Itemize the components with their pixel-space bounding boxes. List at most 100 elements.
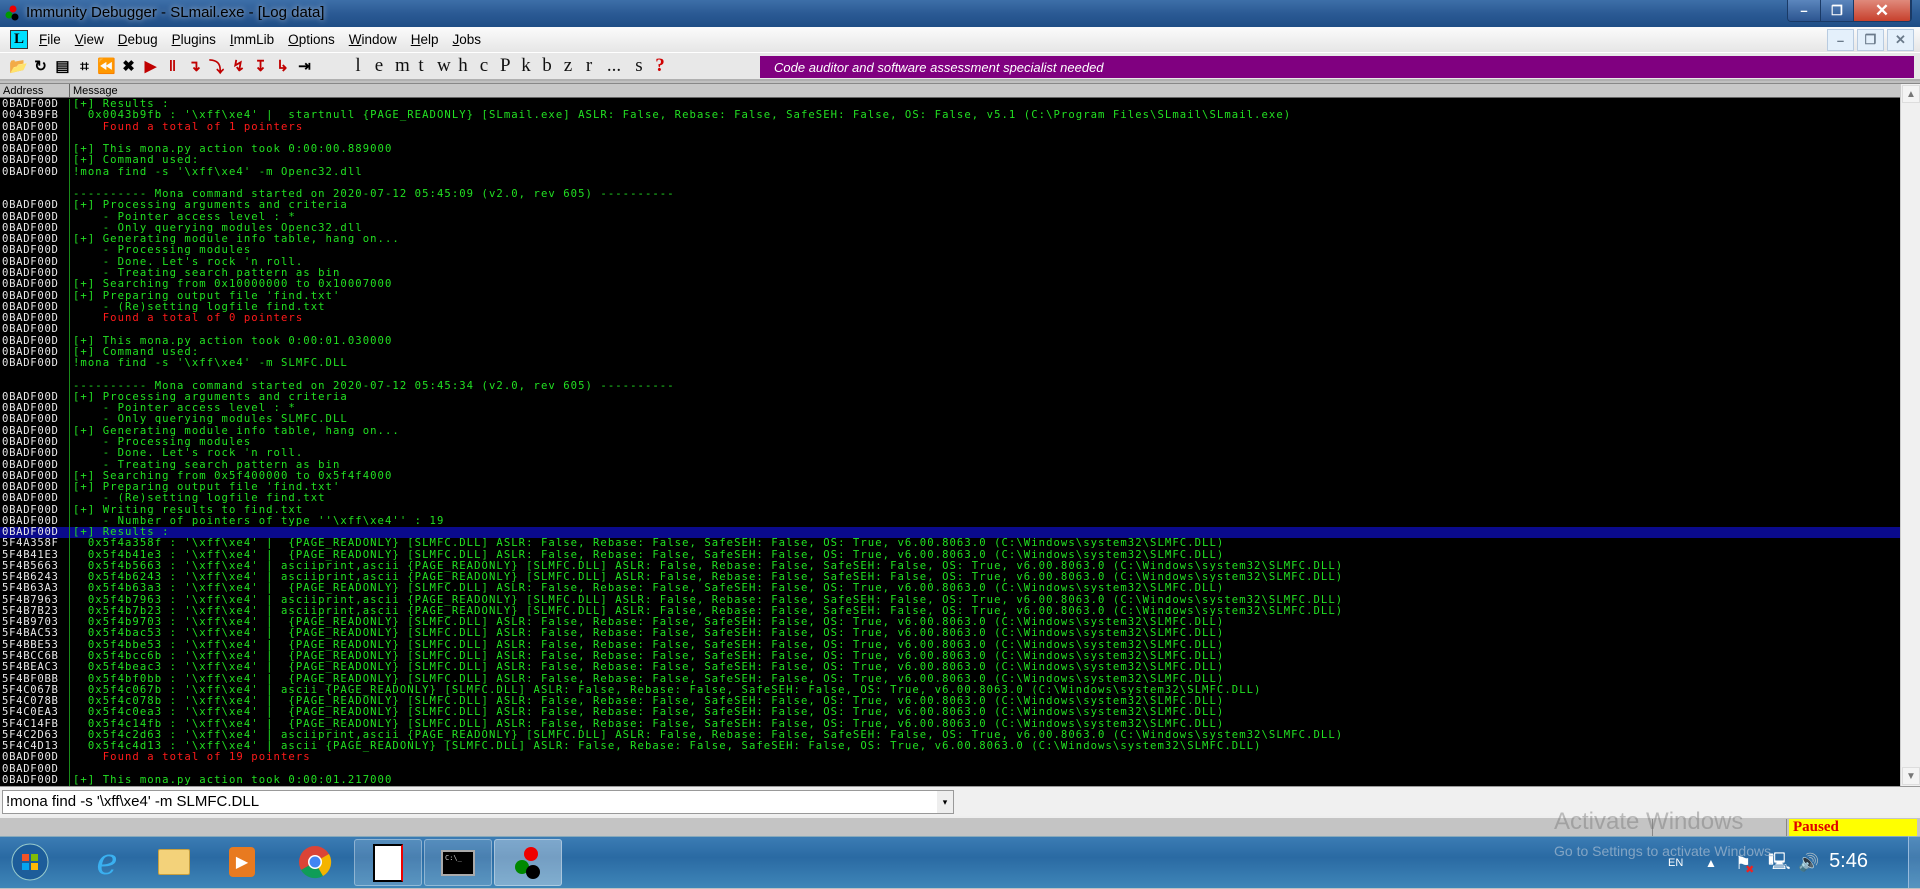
log-message: 0x0043b9fb : '\xff\xe4' | startnull {PAG…	[73, 109, 1292, 122]
log-scrollbar[interactable]: ▲ ▼	[1900, 84, 1920, 786]
log-address: 5F4BEAC3	[0, 662, 70, 674]
menu-view[interactable]: View	[75, 32, 104, 47]
log-row[interactable]: 0043B9FB 0x0043b9fb : '\xff\xe4' | start…	[0, 109, 1900, 122]
clock[interactable]: 5:46	[1829, 850, 1868, 873]
log-row[interactable]: 0BADF00D [+] Command used:	[0, 154, 1900, 167]
log-row[interactable]: 5F4C0EA3 0x5f4c0ea3 : '\xff\xe4' | {PAGE…	[0, 707, 1900, 719]
log-row[interactable]: 0BADF00D [+] This mona.py action took 0:0…	[0, 335, 1900, 347]
window-shortcut-z[interactable]: z	[563, 55, 573, 77]
media-player-icon[interactable]: ▶	[222, 841, 262, 883]
log-window-icon[interactable]: L	[10, 30, 28, 49]
window-shortcut-more[interactable]: ...	[605, 55, 623, 77]
log-row[interactable]: 0BADF00D [+] This mona.py action took 0:0…	[0, 143, 1900, 156]
close-button[interactable]: ✕	[1854, 0, 1911, 21]
go-to-icon[interactable]: ⇥	[295, 56, 314, 76]
log-message: [+] Processing arguments and criteria	[73, 199, 348, 212]
internet-explorer-icon[interactable]: e	[87, 841, 127, 883]
log-row[interactable]: 0BADF00D Found a total of 19 pointers	[0, 752, 1900, 764]
minimize-button[interactable]: –	[1788, 0, 1821, 21]
log-row[interactable]: 0BADF00D !mona find -s '\xff\xe4' -m Open…	[0, 166, 1900, 178]
python-script-icon[interactable]: ⌗	[75, 56, 94, 76]
command-history-dropdown-icon[interactable]: ▾	[937, 791, 953, 813]
run-icon[interactable]: ▶	[141, 56, 160, 76]
log-row[interactable]: 0BADF00D	[0, 324, 1900, 336]
menu-help[interactable]: Help	[411, 32, 439, 47]
log-row[interactable]: 5F4B63A3 0x5f4b63a3 : '\xff\xe4' | {PAGE…	[0, 583, 1900, 595]
scroll-down-icon[interactable]: ▼	[1902, 767, 1920, 785]
log-list: 0BADF00D [+] Results :0043B9FB 0x0043b9fb…	[0, 99, 1900, 786]
log-message: [+] Command used:	[73, 154, 200, 167]
trace-over-icon[interactable]: ↧	[251, 56, 270, 76]
maximize-button[interactable]: ❐	[1821, 0, 1854, 21]
execute-till-return-icon[interactable]: ↳	[273, 56, 292, 76]
volume-icon[interactable]: 🔊	[1798, 837, 1819, 889]
start-button[interactable]	[10, 841, 50, 883]
log-row[interactable]: 0BADF00D [+] Processing arguments and cri…	[0, 199, 1900, 212]
window-shortcut-P[interactable]: P	[500, 55, 511, 77]
log-row[interactable]: 0BADF00D - Done. Let's rock 'n roll.	[0, 447, 1900, 460]
mdi-minimize-button[interactable]: –	[1827, 29, 1854, 51]
activation-watermark-title: Activate Windows	[1554, 808, 1744, 835]
log-row[interactable]: 0BADF00D [+] Generating module info table…	[0, 425, 1900, 437]
command-input[interactable]: !mona find -s '\xff\xe4' -m SLMFC.DLL	[2, 790, 954, 814]
window-shortcut-k[interactable]: k	[521, 55, 531, 77]
menu-options[interactable]: Options	[288, 32, 335, 47]
menu-file[interactable]: File	[39, 32, 61, 47]
menu-plugins[interactable]: Plugins	[172, 32, 216, 47]
log-row[interactable]: 0BADF00D Found a total of 0 pointers	[0, 312, 1900, 325]
chrome-icon[interactable]	[295, 841, 335, 883]
log-message: [+] This mona.py action took 0:00:01.217…	[73, 773, 393, 786]
log-row[interactable]: 0BADF00D !mona find -s '\xff\xe4' -m SLMF…	[0, 357, 1900, 370]
taskbar-app-cmd[interactable]: C:\_	[424, 839, 492, 886]
window-shortcut-r[interactable]: r	[584, 55, 594, 77]
window-shortcut-c[interactable]: c	[479, 55, 489, 77]
window-shortcut-l[interactable]: l	[353, 55, 363, 77]
log-address: 0BADF00D	[0, 357, 70, 370]
window-shortcut-m[interactable]: m	[395, 55, 410, 77]
scroll-up-icon[interactable]: ▲	[1902, 85, 1920, 103]
log-row[interactable]: 0BADF00D [+] This mona.py action took 0:0…	[0, 773, 1900, 786]
file-explorer-icon[interactable]	[154, 841, 194, 883]
menu-window[interactable]: Window	[349, 32, 397, 47]
log-row[interactable]: 0BADF00D - Number of pointers of type ''…	[0, 515, 1900, 528]
log-row[interactable]: 0BADF00D [+] Generating module info table…	[0, 233, 1900, 246]
window-shortcut-t[interactable]: t	[416, 55, 426, 77]
window-shortcut-s[interactable]: s	[634, 55, 644, 77]
immunity-logo-icon	[5, 5, 19, 21]
menu-bar: L File View Debug Plugins ImmLib Options…	[0, 27, 1920, 52]
menu-immlib[interactable]: ImmLib	[230, 32, 274, 47]
log-row[interactable]: 5F4BEAC3 0x5f4beac3 : '\xff\xe4' | {PAGE…	[0, 662, 1900, 674]
log-row[interactable]: 0BADF00D [+] Searching from 0x10000000 to…	[0, 278, 1900, 291]
open-folder-icon[interactable]: 📂	[9, 56, 28, 76]
window-shortcut-b[interactable]: b	[542, 55, 552, 77]
step-over-icon[interactable]: ⤵	[207, 56, 226, 76]
window-shortcut-w[interactable]: w	[437, 55, 451, 77]
menu-jobs[interactable]: Jobs	[453, 32, 482, 47]
log-row[interactable]: 0BADF00D - Only querying modules SLMFC.D…	[0, 414, 1900, 426]
window-shortcut-e[interactable]: e	[374, 55, 384, 77]
close-file-icon[interactable]: ▤	[53, 56, 72, 76]
show-desktop-button[interactable]	[1908, 836, 1920, 888]
column-header-message[interactable]: Message	[70, 84, 1920, 97]
log-message: [+] Searching from 0x10000000 to 0x10007…	[73, 278, 393, 291]
log-row[interactable]	[0, 369, 1900, 381]
taskbar-app-editor[interactable]	[354, 839, 422, 886]
taskbar-app-immunity-debugger[interactable]	[494, 839, 562, 886]
terminate-icon[interactable]: ✖	[119, 56, 138, 76]
trace-into-icon[interactable]: ↯	[229, 56, 248, 76]
pause-icon[interactable]: ‖	[163, 56, 182, 76]
restart-icon[interactable]: ↻	[31, 56, 50, 76]
rewind-icon[interactable]: ⏪	[97, 56, 116, 76]
mdi-close-button[interactable]: ✕	[1887, 29, 1914, 51]
help-button[interactable]: ?	[655, 55, 665, 77]
log-row[interactable]: 0BADF00D - (Re)setting logfile find.txt	[0, 493, 1900, 505]
step-into-icon[interactable]: ↴	[185, 56, 204, 76]
menu-debug[interactable]: Debug	[118, 32, 158, 47]
window-shortcut-h[interactable]: h	[458, 55, 468, 77]
column-header-address[interactable]: Address	[0, 84, 70, 97]
log-row[interactable]: 5F4A358F 0x5f4a358f : '\xff\xe4' | {PAGE…	[0, 538, 1900, 550]
log-row[interactable]: 0BADF00D Found a total of 1 pointers	[0, 121, 1900, 133]
log-address: 0BADF00D	[0, 493, 70, 505]
log-address: 0BADF00D	[0, 200, 70, 212]
mdi-restore-button[interactable]: ❐	[1857, 29, 1884, 51]
